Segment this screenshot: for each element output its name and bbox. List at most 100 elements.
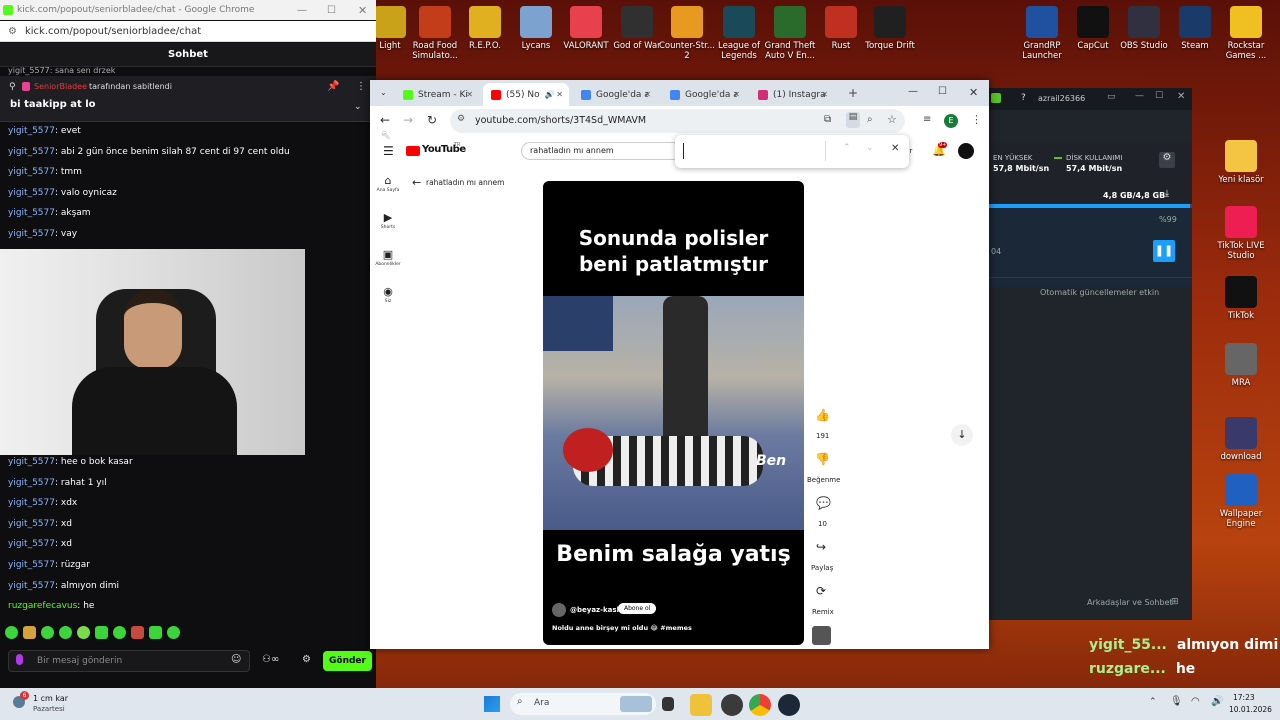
shorts-video[interactable]: Sonunda polisler beni patlatmıştır Ben B… bbox=[543, 181, 804, 645]
browser-tab[interactable]: (1) Instagra ✕ bbox=[750, 83, 834, 106]
find-next-icon[interactable]: ⌄ bbox=[866, 143, 874, 153]
emote-icon[interactable] bbox=[113, 626, 126, 639]
youtube-nav-item[interactable]: ▶ Shorts bbox=[374, 211, 402, 230]
reading-mode-icon[interactable]: ▤ bbox=[846, 112, 860, 128]
remix-icon[interactable]: ⟳ bbox=[816, 584, 826, 598]
weather-text[interactable]: 1 cm kar bbox=[33, 694, 68, 703]
emote-icon[interactable] bbox=[23, 626, 36, 639]
tab-close-icon[interactable]: ✕ bbox=[466, 90, 473, 99]
desktop-icon[interactable]: Torque Drift bbox=[860, 6, 920, 51]
forward-arrow-icon[interactable]: → bbox=[403, 113, 413, 127]
chat-username[interactable]: ruzgarefecavus bbox=[8, 601, 77, 611]
browser-tab[interactable]: Google'da a ✕ bbox=[662, 83, 746, 106]
chat-url-bar[interactable]: ⚙ kick.com/popout/seniorbladee/chat bbox=[0, 21, 376, 42]
youtube-logo-icon[interactable] bbox=[406, 146, 420, 156]
reload-icon[interactable]: ↻ bbox=[427, 113, 437, 127]
emote-icon[interactable] bbox=[95, 626, 108, 639]
desktop-icon[interactable]: Yeni klasör bbox=[1211, 140, 1271, 185]
new-tab-icon[interactable]: + bbox=[848, 86, 858, 100]
taskbar-date[interactable]: 10.01.2026 bbox=[1229, 705, 1272, 714]
unpin-icon[interactable]: 📌 bbox=[327, 81, 339, 92]
find-close-icon[interactable]: ✕ bbox=[891, 143, 899, 154]
chevron-down-icon[interactable]: ⌄ bbox=[354, 102, 362, 112]
chat-username[interactable]: yigit_5577 bbox=[8, 229, 55, 239]
bookmark-star-icon[interactable]: ☆ bbox=[887, 113, 897, 126]
youtube-nav-item[interactable]: ⌂ Ana Sayfa bbox=[374, 174, 402, 193]
chat-username[interactable]: yigit_5577 bbox=[8, 167, 55, 177]
channel-name[interactable]: @beyaz-kask bbox=[570, 606, 621, 614]
desktop-icon[interactable]: TikTok LIVE Studio bbox=[1211, 206, 1271, 261]
minimize-icon[interactable]: — bbox=[297, 5, 307, 16]
tray-chevron-icon[interactable]: ⌃ bbox=[1149, 697, 1157, 707]
close-icon[interactable]: ✕ bbox=[1177, 91, 1185, 102]
cast-icon[interactable]: ⧉ bbox=[824, 114, 831, 125]
emote-icon[interactable] bbox=[5, 626, 18, 639]
chat-username[interactable]: yigit_5577 bbox=[8, 478, 55, 488]
app-icon-dark[interactable] bbox=[721, 694, 743, 716]
wifi-icon[interactable]: ◠ bbox=[1191, 696, 1200, 707]
desktop-icon[interactable]: TikTok bbox=[1211, 276, 1271, 321]
emoji-icon[interactable]: ☺ bbox=[231, 654, 241, 665]
close-icon[interactable]: ✕ bbox=[358, 4, 367, 17]
task-view-icon[interactable] bbox=[662, 697, 674, 711]
channel-avatar[interactable] bbox=[552, 603, 566, 617]
minimize-icon[interactable]: — bbox=[908, 86, 918, 97]
find-input[interactable] bbox=[683, 143, 823, 159]
tab-close-icon[interactable]: ✕ bbox=[821, 90, 828, 99]
site-info-icon[interactable]: ⚙ bbox=[8, 26, 17, 37]
media-controls-icon[interactable]: ≡ bbox=[923, 114, 931, 125]
tab-close-icon[interactable]: ✕ bbox=[733, 90, 740, 99]
file-explorer-icon[interactable] bbox=[690, 694, 712, 716]
back-arrow-icon[interactable]: ← bbox=[412, 176, 421, 189]
browser-menu-icon[interactable]: ⋮ bbox=[971, 113, 982, 126]
microphone-icon[interactable]: 🎙 bbox=[1170, 696, 1183, 707]
tab-audio-icon[interactable]: 🔊 bbox=[545, 90, 555, 99]
emote-icon[interactable] bbox=[59, 626, 72, 639]
chat-username[interactable]: yigit_5577 bbox=[8, 188, 55, 198]
microphone-icon[interactable] bbox=[16, 654, 23, 665]
emote-icon[interactable] bbox=[77, 626, 90, 639]
chat-input[interactable]: Bir mesaj gönderin ☺ bbox=[8, 650, 250, 672]
chrome-icon[interactable] bbox=[749, 694, 771, 716]
emote-icon[interactable] bbox=[167, 626, 180, 639]
close-icon[interactable]: ✕ bbox=[969, 86, 978, 99]
steam-icon[interactable] bbox=[778, 694, 800, 716]
start-button-icon[interactable] bbox=[484, 696, 500, 712]
friends-chat-label[interactable]: Arkadaşlar ve Sohbet bbox=[1087, 598, 1173, 607]
share-icon[interactable]: ↪ bbox=[816, 540, 826, 554]
help-icon[interactable]: ? bbox=[1021, 93, 1026, 103]
taskbar-search[interactable]: ⌕ Ara bbox=[510, 693, 656, 715]
desktop-icon[interactable]: MRA bbox=[1211, 343, 1271, 388]
like-icon[interactable]: 👍 bbox=[815, 408, 830, 422]
app-username[interactable]: azrail26366 bbox=[1038, 94, 1085, 103]
more-options-icon[interactable]: ⋮ bbox=[356, 81, 366, 92]
minimize-icon[interactable]: — bbox=[1135, 91, 1144, 101]
chat-username[interactable]: yigit_5577 bbox=[8, 457, 55, 467]
chat-username[interactable]: yigit_5577 bbox=[8, 126, 55, 136]
site-info-icon[interactable]: ⚙ bbox=[457, 114, 465, 124]
sound-thumbnail[interactable] bbox=[812, 626, 831, 645]
subscribe-button[interactable]: Abone ol bbox=[618, 603, 657, 614]
next-video-button[interactable]: ↓ bbox=[951, 424, 973, 446]
volume-icon[interactable]: 🔊 bbox=[1211, 696, 1223, 707]
emote-icon[interactable] bbox=[149, 626, 162, 639]
zoom-icon[interactable]: ⌕ bbox=[867, 114, 873, 125]
tab-search-icon[interactable]: ⌄ bbox=[380, 88, 387, 97]
chat-username[interactable]: yigit_5577 bbox=[8, 560, 55, 570]
chat-username[interactable]: yigit_5577 bbox=[8, 498, 55, 508]
desktop-icon[interactable]: download bbox=[1211, 417, 1271, 462]
maximize-icon[interactable]: ☐ bbox=[938, 86, 947, 97]
taskbar-time[interactable]: 17:23 bbox=[1233, 693, 1255, 702]
find-prev-icon[interactable]: ⌃ bbox=[843, 143, 851, 153]
account-avatar[interactable] bbox=[958, 143, 974, 159]
desktop-icon[interactable]: Rockstar Games ... bbox=[1216, 6, 1276, 61]
youtube-search-box[interactable]: rahatladın mı annem bbox=[521, 142, 681, 160]
browser-tab[interactable]: Stream - Ki ✕ bbox=[395, 83, 479, 106]
profile-avatar[interactable]: E bbox=[944, 114, 958, 128]
settings-gear-icon[interactable]: ⚙ bbox=[302, 654, 311, 665]
add-friend-icon[interactable]: ⊞ bbox=[1171, 597, 1179, 607]
browser-tab[interactable]: (55) No 🔊 ✕ bbox=[483, 83, 569, 106]
tab-close-icon[interactable]: ✕ bbox=[556, 90, 563, 99]
chat-username[interactable]: yigit_5577 bbox=[8, 581, 55, 591]
comments-icon[interactable]: 💬 bbox=[816, 496, 831, 510]
